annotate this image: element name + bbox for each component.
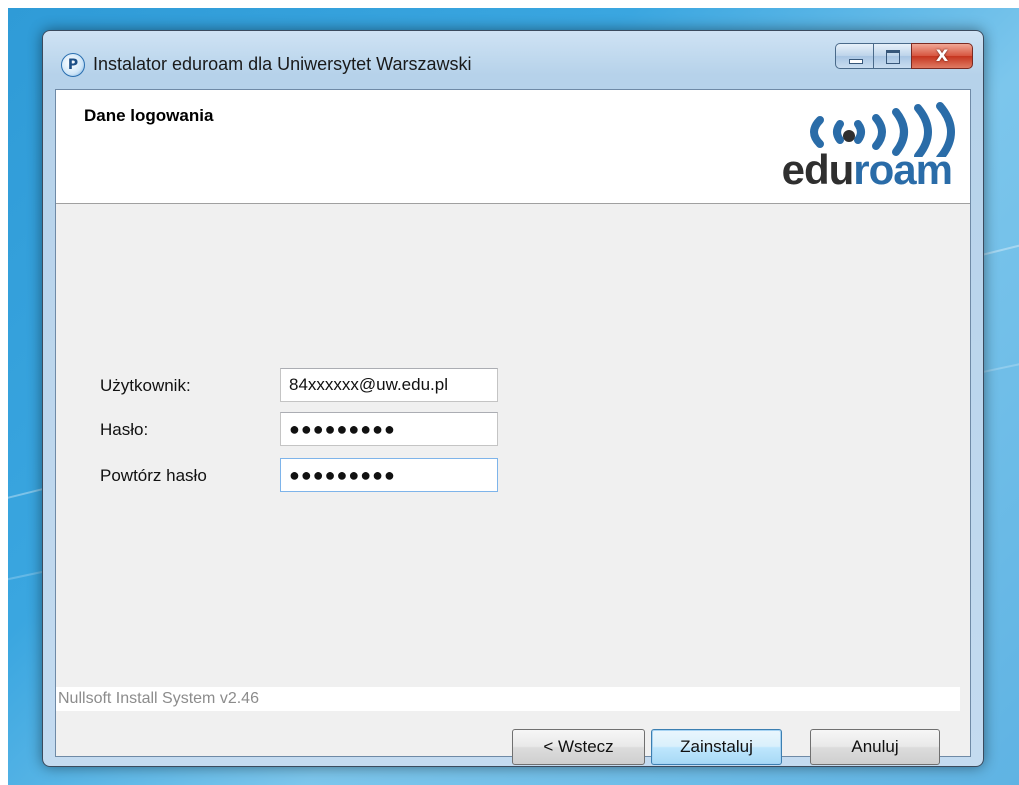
page-title: Dane logowania: [84, 106, 214, 125]
eduroam-wordmark: eduroam: [781, 146, 953, 193]
close-icon: X: [935, 46, 949, 65]
close-button[interactable]: X: [911, 43, 973, 69]
eduroam-logo: eduroam: [748, 102, 958, 193]
nsis-branding: Nullsoft Install System v2.46: [56, 687, 960, 711]
eduroam-installer-icon: P: [61, 53, 85, 77]
page-header: Dane logowania eduroam: [56, 90, 970, 204]
minimize-button[interactable]: [835, 43, 873, 69]
password-row: Hasło:: [56, 412, 970, 448]
installer-client-area: Dane logowania eduroam Użytkownik: 84xxx…: [55, 89, 971, 765]
maximize-icon: [886, 50, 900, 64]
title-bar[interactable]: P Instalator eduroam dla Uniwersytet War…: [43, 31, 983, 89]
username-label: Użytkownik:: [100, 376, 191, 395]
username-input[interactable]: [280, 368, 498, 402]
password-label: Hasło:: [100, 420, 149, 439]
window-title: Instalator eduroam dla Uniwersytet Warsz…: [93, 54, 472, 74]
caption-buttons: X: [835, 43, 973, 69]
minimize-icon: [849, 59, 863, 64]
username-row: Użytkownik:: [56, 368, 970, 404]
password-repeat-input[interactable]: [280, 458, 498, 492]
password-input[interactable]: [280, 412, 498, 446]
install-button[interactable]: Zainstaluj: [651, 729, 782, 765]
password-repeat-label: Powtórz hasło: [100, 466, 207, 485]
password-repeat-row: Powtórz hasło: [56, 458, 970, 494]
installer-window: P Instalator eduroam dla Uniwersytet War…: [42, 30, 984, 767]
maximize-button[interactable]: [873, 43, 911, 69]
back-button[interactable]: < Wstecz: [512, 729, 645, 765]
cancel-button[interactable]: Anuluj: [810, 729, 940, 765]
